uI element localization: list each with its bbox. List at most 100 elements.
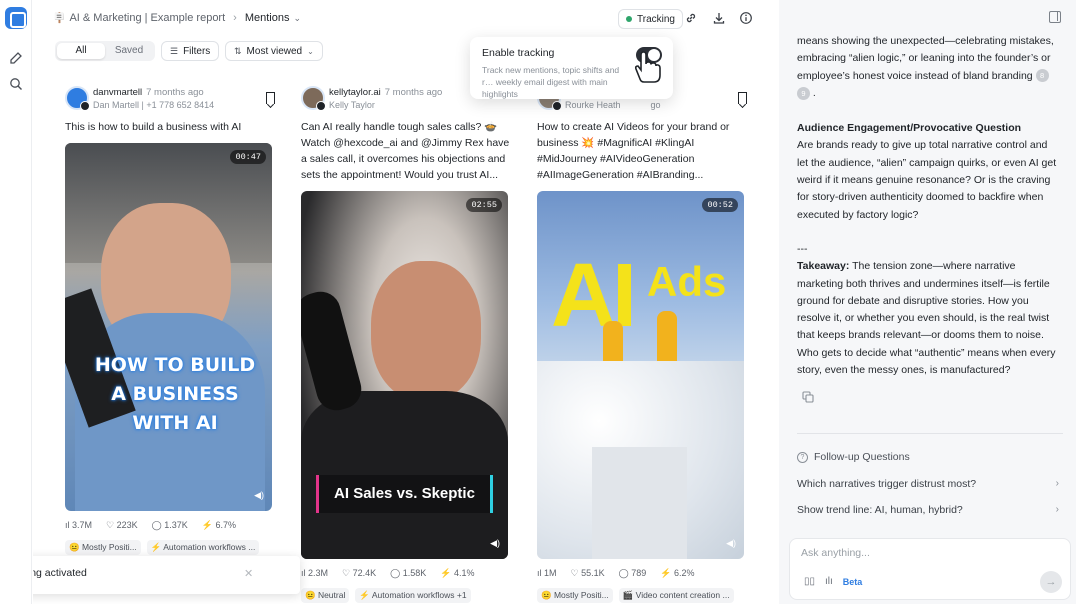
- followup-question[interactable]: Show trend line: AI, human, hybrid? ›: [797, 504, 1059, 516]
- bookmark-icon[interactable]: [738, 92, 747, 104]
- main-area: 🪧 AI & Marketing | Example report › Ment…: [33, 0, 778, 604]
- avatar[interactable]: [65, 86, 90, 111]
- topic-tag[interactable]: ⚡ Automation workflows +1: [355, 588, 471, 603]
- popover-description: Track new mentions, topic shifts and r… …: [482, 65, 620, 99]
- ask-tools: ▯▯ ılı Beta: [804, 576, 862, 587]
- author-subtitle: Rourke Heath go: [565, 100, 661, 110]
- sentiment-tag[interactable]: 😐 Mostly Positi...: [537, 588, 613, 603]
- chevron-right-icon: ›: [1055, 504, 1059, 515]
- card-user: danvmartell 7 months ago: [93, 87, 204, 98]
- tracking-button[interactable]: Tracking: [618, 9, 683, 29]
- followup-title: Follow-up Questions: [814, 451, 910, 463]
- volume-icon[interactable]: ◀): [726, 538, 736, 549]
- person-head-shape: [371, 261, 481, 401]
- response-heading: Audience Engagement/Provocative Question: [797, 122, 1022, 135]
- engagement-stat: ⚡ 6.2%: [660, 568, 695, 578]
- volume-icon[interactable]: ◀): [490, 538, 500, 549]
- close-icon[interactable]: ✕: [244, 567, 253, 580]
- segment-saved[interactable]: Saved: [105, 43, 153, 59]
- ai-chat-panel: means showing the unexpected—celebrating…: [779, 0, 1076, 604]
- card-user: kellytaylor.ai 7 months ago: [329, 87, 442, 98]
- divider: [797, 433, 1063, 434]
- breadcrumb-parent[interactable]: AI & Marketing | Example report: [69, 12, 225, 24]
- toast-text: Tracking activated: [33, 567, 87, 579]
- card-tags: 😐 Mostly Positi... ⚡ Automation workflow…: [65, 540, 281, 555]
- sentiment-tag[interactable]: 😐 Mostly Positi...: [65, 540, 141, 555]
- filters-button[interactable]: ☰ Filters: [161, 41, 220, 61]
- filters-label: Filters: [183, 45, 211, 57]
- topic-tag[interactable]: ⚡ Automation workflows ...: [146, 540, 260, 555]
- copy-icon[interactable]: [802, 391, 814, 403]
- chevron-down-icon: ⌄: [307, 46, 314, 56]
- response-paragraph: means showing the unexpected—celebrating…: [797, 35, 1054, 100]
- views-stat: ıl 1M: [537, 568, 557, 578]
- username[interactable]: kellytaylor.ai: [329, 87, 381, 98]
- video-thumbnail[interactable]: AI Sales vs. Skeptic 02:55 ◀): [301, 191, 508, 559]
- card-stats: ıl 3.7M ♡ 223K ◯ 1.37K ⚡ 6.7%: [65, 520, 281, 531]
- topic-tag[interactable]: 🎬 Video content creation ...: [618, 588, 734, 603]
- likes-stat: ♡ 223K: [106, 520, 138, 530]
- platform-badge-icon: [316, 101, 326, 111]
- views-stat: ıl 3.7M: [65, 520, 93, 530]
- likes-stat: ♡ 55.1K: [570, 568, 605, 578]
- pointer-hand-icon: [634, 51, 661, 83]
- sort-icon: ⇅: [234, 45, 242, 56]
- post-text: How to create AI Videos for your brand o…: [537, 121, 730, 181]
- breadcrumb-current[interactable]: Mentions: [245, 12, 290, 24]
- report-icon: 🪧: [53, 12, 66, 24]
- card-tags: 😐 Mostly Positi... 🎬 Video content creat…: [537, 588, 753, 603]
- segment-all[interactable]: All: [57, 43, 105, 59]
- card-header: danvmartell 7 months ago Dan Martell | +1…: [65, 84, 281, 112]
- video-overlay-small-text: Ads: [647, 258, 727, 305]
- download-icon[interactable]: [712, 11, 726, 25]
- sort-dropdown[interactable]: ⇅ Most viewed ⌄: [225, 41, 323, 61]
- breadcrumb: 🪧 AI & Marketing | Example report › Ment…: [53, 12, 301, 24]
- link-icon[interactable]: [684, 11, 698, 25]
- pedestal-shape: [592, 447, 687, 559]
- card-tags: 😐 Neutral ⚡ Automation workflows +1: [301, 588, 517, 603]
- panel-toggle-icon[interactable]: [1049, 11, 1061, 23]
- avatar[interactable]: [301, 86, 326, 111]
- mention-card[interactable]: danvmartell 7 months ago Dan Martell | +1…: [65, 84, 281, 555]
- citation-badge[interactable]: 9: [797, 86, 810, 100]
- post-time: 7 months ago: [384, 87, 443, 98]
- post-text: Can AI really handle tough sales calls? …: [301, 121, 510, 181]
- ask-input-box[interactable]: Ask anything... ▯▯ ılı Beta →: [789, 538, 1071, 600]
- comments-stat: ◯ 789: [618, 568, 647, 578]
- mention-card[interactable]: kellytaylor.ai 7 months ago Kelly Taylor …: [301, 84, 517, 603]
- video-thumbnail[interactable]: HOW TO BUILD A BUSINESS WITH AI 00:47 ◀): [65, 143, 272, 511]
- username[interactable]: danvmartell: [93, 87, 142, 98]
- video-overlay-text: HOW TO BUILD A BUSINESS WITH AI: [94, 354, 256, 434]
- duration-badge: 02:55: [466, 198, 502, 212]
- enable-tracking-popover: Enable tracking Track new mentions, topi…: [470, 37, 673, 99]
- takeaway-paragraph: Takeaway: The tension zone—where narrati…: [797, 260, 1056, 377]
- book-icon[interactable]: ▯▯: [804, 576, 815, 587]
- mention-card[interactable]: Rourke Heath go How to create AI Videos f…: [537, 84, 753, 603]
- send-icon[interactable]: →: [1040, 571, 1062, 593]
- edit-icon[interactable]: [9, 51, 23, 65]
- volume-icon[interactable]: ◀): [254, 490, 264, 501]
- search-icon[interactable]: [9, 77, 23, 91]
- sentiment-tag[interactable]: 😐 Neutral: [301, 588, 350, 603]
- author-subtitle: Kelly Taylor: [329, 100, 375, 110]
- info-icon[interactable]: [739, 11, 753, 25]
- chevron-down-icon[interactable]: ⌄: [293, 13, 301, 24]
- followup-header: ? Follow-up Questions: [797, 451, 910, 463]
- citation-badge[interactable]: 8: [1035, 69, 1049, 83]
- top-bar: 🪧 AI & Marketing | Example report › Ment…: [33, 0, 778, 36]
- video-thumbnail[interactable]: AI Ads 00:52 ◀): [537, 191, 744, 559]
- duration-badge: 00:52: [702, 198, 738, 212]
- platform-badge-icon: [552, 101, 562, 111]
- sort-label: Most viewed: [246, 45, 303, 57]
- phone-shape: [301, 287, 366, 415]
- followup-question[interactable]: Which narratives trigger distrust most? ›: [797, 478, 1059, 490]
- chart-icon[interactable]: ılı: [825, 576, 833, 587]
- app-logo-icon[interactable]: [5, 7, 27, 29]
- ask-input[interactable]: Ask anything...: [801, 547, 870, 559]
- engagement-stat: ⚡ 6.7%: [201, 520, 236, 530]
- card-stats: ıl 2.3M ♡ 72.4K ◯ 1.58K ⚡ 4.1%: [301, 568, 517, 579]
- engagement-stat: ⚡ 4.1%: [440, 568, 475, 578]
- author-subtitle: Dan Martell | +1 778 652 8414: [93, 100, 215, 110]
- bookmark-icon[interactable]: [266, 92, 275, 104]
- post-time: 7 months ago: [146, 87, 204, 98]
